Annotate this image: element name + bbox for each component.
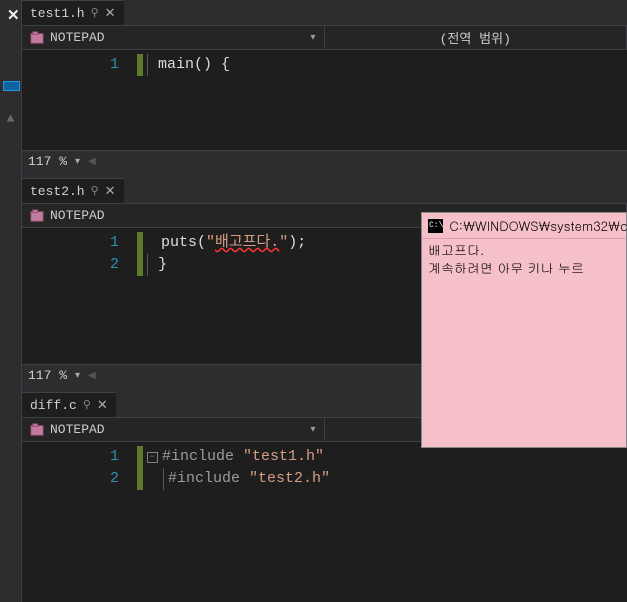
chevron-down-icon[interactable]: ▾ xyxy=(75,370,80,382)
project-dropdown[interactable]: NOTEPAD ▾ xyxy=(22,26,325,49)
line-number: 1 xyxy=(22,54,119,76)
chevron-down-icon[interactable]: ▾ xyxy=(75,156,80,168)
scroll-left-icon[interactable]: ◀ xyxy=(88,370,96,382)
left-tool-rail: ✕ ▲ xyxy=(0,0,22,602)
scroll-left-icon[interactable]: ◀ xyxy=(88,156,96,168)
tab-label: test1.h xyxy=(30,6,85,21)
tab-label: diff.c xyxy=(30,398,77,413)
zoom-level[interactable]: 117 % xyxy=(28,368,67,383)
project-name: NOTEPAD xyxy=(50,30,105,45)
tab-bar: test1.h ⚲ ✕ xyxy=(22,0,627,25)
fold-toggle[interactable]: − xyxy=(147,452,158,463)
cmd-titlebar[interactable]: C:\ C:\WINDOWS\system32\cm xyxy=(422,213,626,239)
tab-test2h[interactable]: test2.h ⚲ ✕ xyxy=(22,178,124,203)
line-gutter: 1 2 xyxy=(22,442,137,602)
code-area[interactable]: 1 2 −#include "test1.h" #include "test2.… xyxy=(22,442,627,602)
close-icon[interactable]: ✕ xyxy=(105,184,116,199)
line-number: 1 xyxy=(22,446,119,468)
line-number: 2 xyxy=(22,468,119,490)
scope-dropdown[interactable]: (전역 범위) xyxy=(325,26,627,49)
close-icon[interactable]: ✕ xyxy=(105,6,116,21)
project-icon xyxy=(30,423,44,437)
close-icon[interactable]: ✕ xyxy=(0,0,21,25)
tab-label: test2.h xyxy=(30,184,85,199)
cmd-output: 배고프다. 계속하려면 아무 키나 누르 xyxy=(422,239,626,279)
zoom-level[interactable]: 117 % xyxy=(28,154,67,169)
project-name: NOTEPAD xyxy=(50,422,105,437)
marker-indicator[interactable] xyxy=(3,81,20,91)
pin-icon[interactable]: ⚲ xyxy=(83,398,91,412)
scope-label: (전역 범위) xyxy=(440,28,511,47)
chevron-down-icon: ▾ xyxy=(310,424,315,436)
context-nav: NOTEPAD ▾ (전역 범위) xyxy=(22,25,627,50)
chevron-down-icon: ▾ xyxy=(310,32,315,44)
cmd-window[interactable]: C:\ C:\WINDOWS\system32\cm 배고프다. 계속하려면 아… xyxy=(421,212,627,448)
code-text[interactable]: main() { xyxy=(143,50,627,150)
line-number: 2 xyxy=(22,254,119,276)
zoom-bar: 117 % ▾ ◀ xyxy=(22,150,627,172)
project-icon xyxy=(30,209,44,223)
arrow-up-icon[interactable]: ▲ xyxy=(0,111,21,126)
pin-icon[interactable]: ⚲ xyxy=(91,6,99,20)
project-icon xyxy=(30,31,44,45)
pin-icon[interactable]: ⚲ xyxy=(91,184,99,198)
code-area[interactable]: 1 main() { xyxy=(22,50,627,150)
project-name: NOTEPAD xyxy=(50,208,105,223)
close-icon[interactable]: ✕ xyxy=(97,398,108,413)
tab-test1h[interactable]: test1.h ⚲ ✕ xyxy=(22,0,124,25)
editor-pane-1: test1.h ⚲ ✕ NOTEPAD ▾ (전역 범위) 1 xyxy=(22,0,627,172)
cmd-icon: C:\ xyxy=(428,219,443,233)
code-text[interactable]: −#include "test1.h" #include "test2.h" xyxy=(143,442,627,602)
project-dropdown[interactable]: NOTEPAD ▾ xyxy=(22,418,325,441)
line-gutter: 1 xyxy=(22,50,137,150)
tab-bar: test2.h ⚲ ✕ xyxy=(22,178,627,203)
line-gutter: 1 2 xyxy=(22,228,137,364)
tab-diffc[interactable]: diff.c ⚲ ✕ xyxy=(22,392,116,417)
line-number: 1 xyxy=(22,232,119,254)
cmd-title-text: C:\WINDOWS\system32\cm xyxy=(449,216,627,235)
